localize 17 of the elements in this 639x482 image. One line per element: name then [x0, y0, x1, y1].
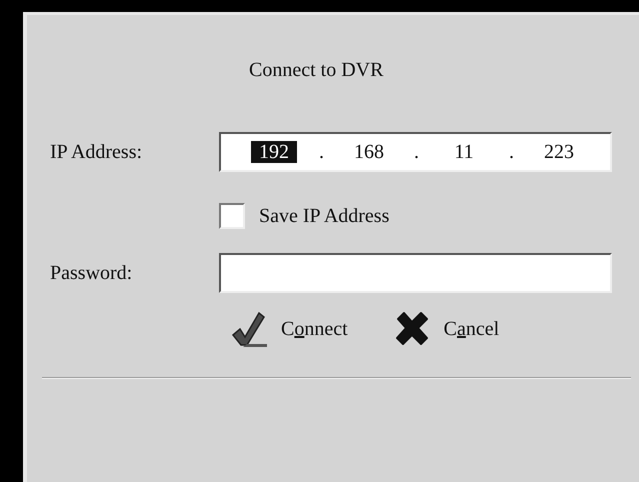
octet-separator: .: [319, 140, 324, 164]
cancel-button[interactable]: Cancel: [388, 307, 504, 351]
dialog-title: Connect to DVR: [249, 58, 384, 82]
octet-separator: .: [509, 140, 514, 164]
ip-octet[interactable]: 11: [441, 141, 487, 163]
password-field[interactable]: [219, 253, 612, 293]
checkmark-icon: [229, 309, 269, 349]
password-label: Password:: [50, 262, 134, 284]
ip-address-field[interactable]: 192 . 168 . 11 . 223: [219, 132, 612, 172]
save-ip-checkbox[interactable]: [219, 203, 245, 229]
connect-button[interactable]: Connect: [225, 307, 352, 351]
save-ip-label: Save IP Address: [259, 204, 390, 228]
ip-address-label: IP Address:: [50, 140, 144, 164]
ip-octet[interactable]: 192: [251, 141, 297, 163]
ip-octet[interactable]: 168: [346, 141, 392, 163]
ip-octet[interactable]: 223: [536, 141, 582, 163]
octet-separator: .: [414, 140, 419, 164]
